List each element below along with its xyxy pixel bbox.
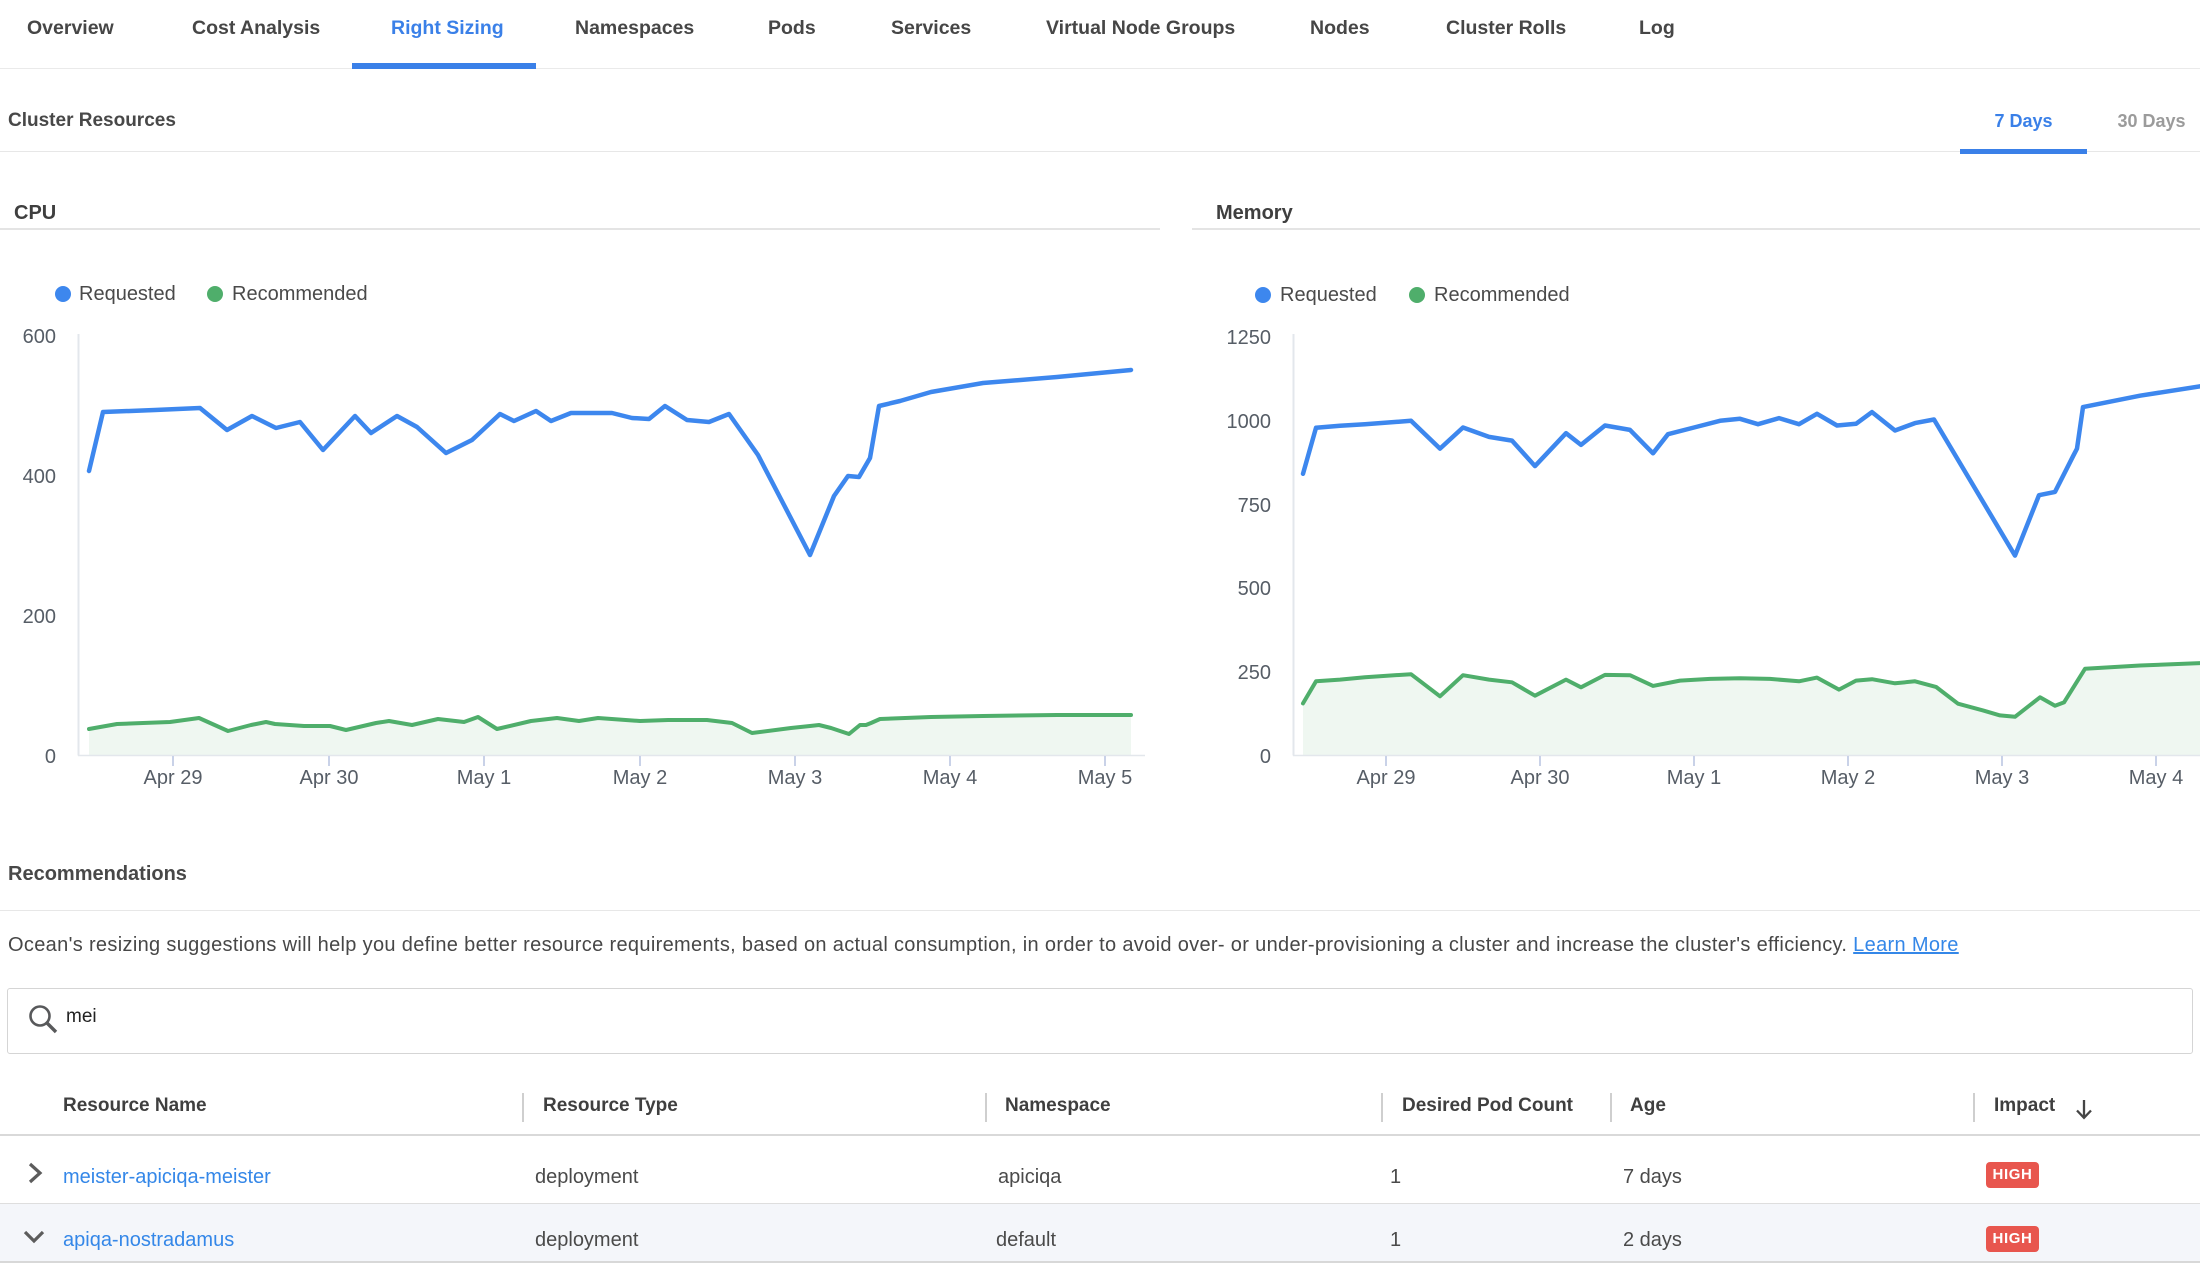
svg-text:May 2: May 2 [613, 767, 667, 789]
svg-text:500: 500 [1238, 578, 1271, 600]
svg-text:1000: 1000 [1227, 411, 1272, 433]
svg-text:May 3: May 3 [1975, 767, 2029, 789]
svg-text:May 1: May 1 [457, 767, 511, 789]
svg-text:Apr 30: Apr 30 [1511, 767, 1570, 789]
svg-text:750: 750 [1238, 495, 1271, 517]
svg-text:0: 0 [1260, 746, 1271, 768]
svg-text:May 4: May 4 [923, 767, 977, 789]
svg-text:May 4: May 4 [2129, 767, 2183, 789]
svg-text:May 2: May 2 [1821, 767, 1875, 789]
svg-text:Apr 30: Apr 30 [300, 767, 359, 789]
svg-text:1250: 1250 [1227, 327, 1272, 349]
svg-text:0: 0 [45, 746, 56, 768]
svg-text:Apr 29: Apr 29 [144, 767, 203, 789]
svg-text:200: 200 [23, 606, 56, 628]
svg-text:May 3: May 3 [768, 767, 822, 789]
svg-text:May 5: May 5 [1078, 767, 1132, 789]
svg-text:400: 400 [23, 466, 56, 488]
svg-text:250: 250 [1238, 662, 1271, 684]
svg-text:600: 600 [23, 326, 56, 348]
svg-text:May 1: May 1 [1667, 767, 1721, 789]
svg-text:Apr 29: Apr 29 [1357, 767, 1416, 789]
